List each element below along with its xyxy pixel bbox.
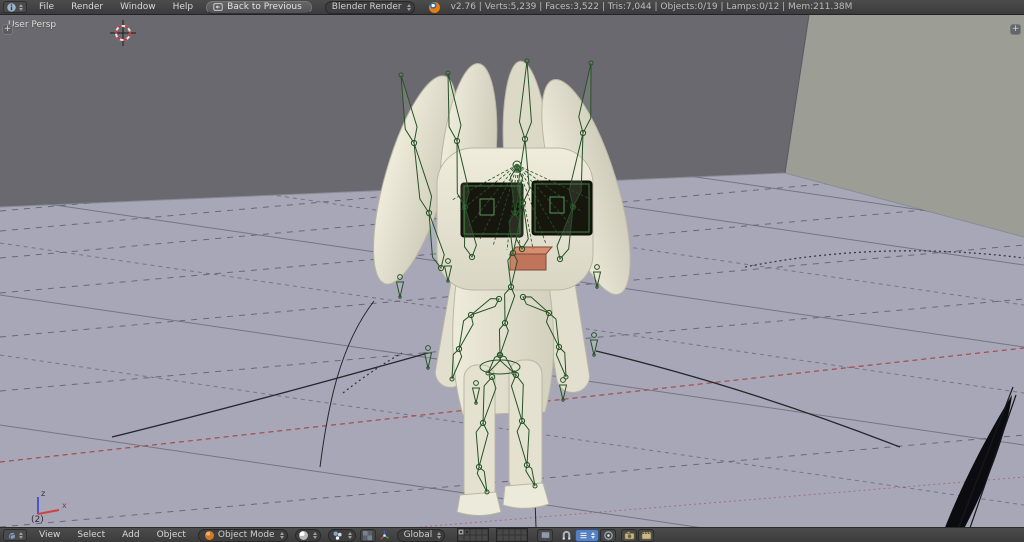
axis-x-label: x [62,501,67,510]
viewport-scene [0,15,1024,527]
toolshelf-expand-button[interactable]: + [2,24,13,35]
menu-render[interactable]: Render [63,2,111,12]
back-to-previous-button[interactable]: Back to Previous [206,0,312,14]
info-editor-icon [7,2,16,12]
translate-manipulator-button[interactable] [377,529,393,542]
view-name-label: User Persp [8,20,57,30]
blender-logo-icon [428,1,440,13]
back-to-previous-label: Back to Previous [227,2,302,12]
render-engine-value: Blender Render [331,2,402,12]
menu-file[interactable]: File [31,2,62,12]
object-mode-icon [204,530,214,540]
properties-expand-button[interactable]: + [1010,24,1021,35]
transform-orientation-dropdown[interactable]: Global [396,528,446,542]
editor-selector-spinner[interactable] [18,531,24,539]
orientation-spinner[interactable] [436,531,442,539]
layer-cell[interactable] [521,535,528,541]
viewport-shading-dropdown[interactable] [294,528,321,542]
snap-element-spinner[interactable] [590,531,596,539]
render-image-button[interactable] [621,528,638,542]
eye-right [531,180,593,236]
editor-type-selector[interactable] [3,1,27,13]
mode-spinner[interactable] [279,531,285,539]
editor-type-selector-3dview[interactable] [3,529,27,541]
snap-target-button[interactable] [600,528,617,542]
active-object-label: (2) [31,515,44,525]
layers-group-1[interactable] [457,528,490,542]
render-image-icon [624,530,635,540]
manipulator-toggle-button[interactable] [359,528,376,542]
foot-right [502,482,550,509]
menu-window[interactable]: Window [112,2,164,12]
manipulator-toggle-icon [362,530,373,540]
snap-toggle-button[interactable] [558,529,574,542]
editor-selector-spinner[interactable] [18,3,24,11]
snap-magnet-icon [562,530,571,540]
render-engine-dropdown[interactable]: Blender Render [324,0,415,14]
pivot-point-icon [333,530,342,540]
transform-orientation-value: Global [403,530,433,540]
menu-select[interactable]: Select [69,530,113,540]
menu-help[interactable]: Help [165,2,202,12]
interaction-mode-dropdown[interactable]: Object Mode [197,528,288,542]
layers-group-2[interactable] [496,528,529,542]
interaction-mode-value: Object Mode [217,530,275,540]
render-animation-icon [641,531,652,540]
3d-view-editor-icon [8,531,16,540]
scene-lock-button[interactable] [537,528,554,542]
snap-element-dropdown[interactable] [575,528,600,542]
foot-left [456,491,502,516]
snap-target-icon [604,530,613,540]
pivot-spinner[interactable] [347,531,353,539]
axis-z-label: z [41,489,46,498]
scene-lock-icon [540,530,550,540]
menu-add[interactable]: Add [114,530,147,540]
render-engine-spinner[interactable] [406,3,412,11]
menu-object[interactable]: Object [149,530,194,540]
snap-element-icon [580,532,587,538]
render-animation-button[interactable] [638,528,655,542]
layer-cell[interactable] [482,535,489,541]
viewport-shading-icon [298,530,308,540]
pivot-point-dropdown[interactable] [327,528,356,542]
back-arrow-icon [213,3,223,11]
translate-manipulator-icon [380,530,390,540]
menu-view[interactable]: View [31,530,68,540]
top-header-bar: File Render Window Help Back to Previous… [0,0,1024,15]
viewport-header-bar: View Select Add Object Object Mode Globa… [0,527,1024,542]
scene-stats-text: v2.76 | Verts:5,239 | Faces:3,522 | Tris… [450,2,853,12]
3d-viewport[interactable]: User Persp (2) z x + + [0,15,1024,527]
shading-spinner[interactable] [312,531,318,539]
